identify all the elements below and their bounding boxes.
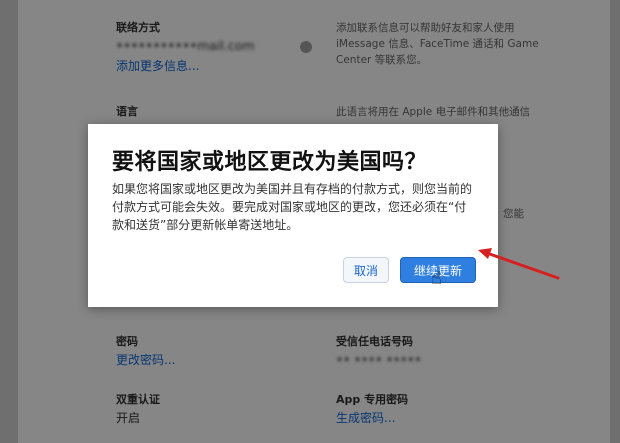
change-country-dialog: 要将国家或地区更改为美国吗？ 如果您将国家或地区更改为美国并且有存档的付款方式，…: [88, 124, 498, 307]
dialog-message: 如果您将国家或地区更改为美国并且有存档的付款方式，则您当前的付款方式可能会失效。…: [112, 182, 473, 232]
hand-cursor-icon: ☝: [431, 268, 442, 289]
left-edge: [0, 0, 18, 443]
cancel-button[interactable]: 取消: [343, 257, 389, 283]
red-arrow-icon: [478, 248, 560, 280]
dialog-title: 要将国家或地区更改为美国吗？: [112, 150, 428, 175]
right-edge: [610, 0, 620, 443]
